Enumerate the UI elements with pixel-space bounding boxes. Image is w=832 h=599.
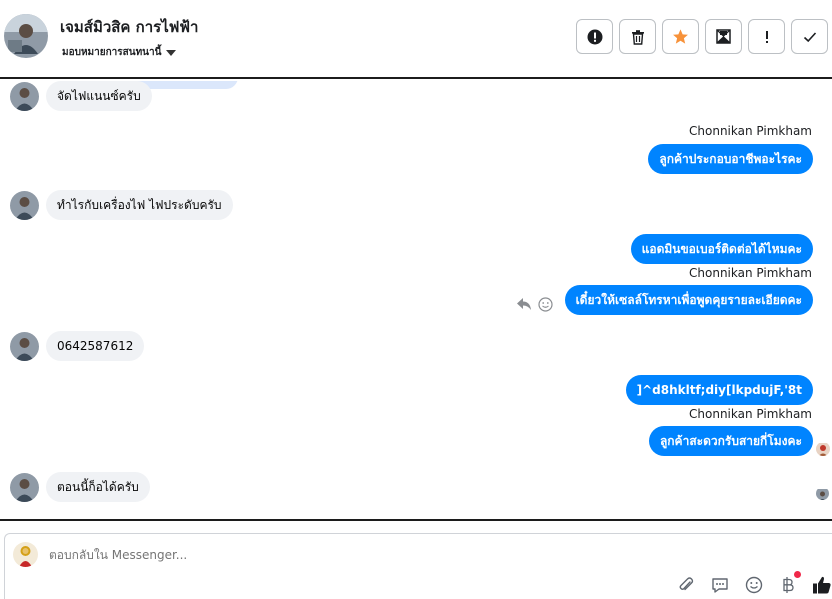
- message-row: ทำไรกับเครื่องไฟ ไฟประดับครับ: [10, 190, 233, 220]
- contact-name[interactable]: เจมส์มิวสิค การไฟฟ้า: [60, 15, 198, 39]
- reply-icon[interactable]: [516, 297, 532, 311]
- message-row: ลูกค้าสะดวกรับสายกี่โมงคะ: [648, 426, 813, 456]
- message-row: จัดไฟแนนซ์ครับ: [10, 81, 152, 111]
- report-button[interactable]: [576, 19, 613, 54]
- incoming-message[interactable]: จัดไฟแนนซ์ครับ: [46, 81, 152, 111]
- like-button[interactable]: [812, 575, 832, 595]
- message-row: ลูกค้าประกอบอาชีพอะไรคะ: [648, 144, 813, 174]
- contact-avatar-small: [10, 81, 39, 111]
- message-row: ]^d8hkltf;diy[lkpdujF,'8t: [625, 375, 813, 405]
- envelope-icon: [716, 29, 731, 44]
- notification-dot: [794, 571, 801, 578]
- contact-avatar-small: [10, 190, 39, 220]
- attach-button[interactable]: [676, 575, 696, 595]
- incoming-message[interactable]: ตอนนี้ก็อได้ครับ: [46, 472, 150, 502]
- contact-avatar[interactable]: [4, 14, 48, 58]
- contact-avatar-small: [10, 472, 39, 502]
- caret-down-icon: [166, 49, 177, 56]
- baht-icon: [783, 577, 794, 593]
- paperclip-icon: [679, 577, 694, 591]
- sender-name: Chonnikan Pimkham: [689, 407, 812, 421]
- conversation-header: เจมส์มิวสิค การไฟฟ้า มอบหมายการสนทนานี้: [0, 0, 832, 79]
- outgoing-message[interactable]: ลูกค้าสะดวกรับสายกี่โมงคะ: [648, 426, 813, 456]
- react-emoji-icon[interactable]: [538, 297, 553, 312]
- seen-avatar: [816, 487, 829, 500]
- saved-replies-button[interactable]: [710, 575, 730, 595]
- message-row: 0642587612: [10, 331, 145, 361]
- outgoing-message[interactable]: เดี๋ยวให้เซลล์โทรหาเพื่อพูดคุยรายละเอียด…: [564, 285, 813, 315]
- trash-icon: [631, 29, 644, 45]
- sender-name: Chonnikan Pimkham: [689, 266, 812, 280]
- payment-button[interactable]: [778, 571, 801, 595]
- check-icon: [803, 31, 816, 42]
- sender-name: Chonnikan Pimkham: [689, 124, 812, 138]
- exclamation-icon: [765, 30, 768, 43]
- assign-label: มอบหมายการสนทนานี้: [62, 47, 162, 58]
- reply-input[interactable]: [49, 548, 449, 562]
- alert-circle-icon: [587, 29, 602, 44]
- emoji-icon: [745, 576, 763, 594]
- divider: [0, 519, 832, 521]
- mark-unread-button[interactable]: [705, 19, 742, 54]
- delete-button[interactable]: [619, 19, 656, 54]
- outgoing-message[interactable]: แอดมินขอเบอร์ติดต่อได้ไหมคะ: [630, 234, 813, 264]
- saved-reply-icon: [712, 578, 728, 593]
- header-actions: [576, 19, 828, 54]
- star-button[interactable]: [662, 19, 699, 54]
- star-icon: [673, 29, 688, 44]
- thumbs-up-icon: [813, 576, 831, 594]
- contact-avatar-small: [10, 331, 39, 361]
- message-thread[interactable]: จัดไฟแนนซ์ครับ Chonnikan Pimkham ลูกค้าป…: [0, 81, 832, 519]
- done-button[interactable]: [791, 19, 828, 54]
- incoming-message[interactable]: ทำไรกับเครื่องไฟ ไฟประดับครับ: [46, 190, 233, 220]
- seen-avatar: [816, 442, 830, 456]
- page-avatar: [13, 542, 38, 567]
- message-row: เดี๋ยวให้เซลล์โทรหาเพื่อพูดคุยรายละเอียด…: [564, 285, 813, 315]
- message-row: แอดมินขอเบอร์ติดต่อได้ไหมคะ: [630, 234, 813, 264]
- reply-composer: [4, 533, 832, 599]
- message-row: ตอนนี้ก็อได้ครับ: [10, 472, 150, 502]
- outgoing-message[interactable]: ]^d8hkltf;diy[lkpdujF,'8t: [625, 375, 813, 405]
- composer-tools: [676, 571, 832, 595]
- assign-conversation-dropdown[interactable]: มอบหมายการสนทนานี้: [62, 45, 177, 60]
- outgoing-message[interactable]: ลูกค้าประกอบอาชีพอะไรคะ: [648, 144, 813, 174]
- incoming-message[interactable]: 0642587612: [46, 331, 145, 361]
- important-button[interactable]: [748, 19, 785, 54]
- emoji-button[interactable]: [744, 575, 764, 595]
